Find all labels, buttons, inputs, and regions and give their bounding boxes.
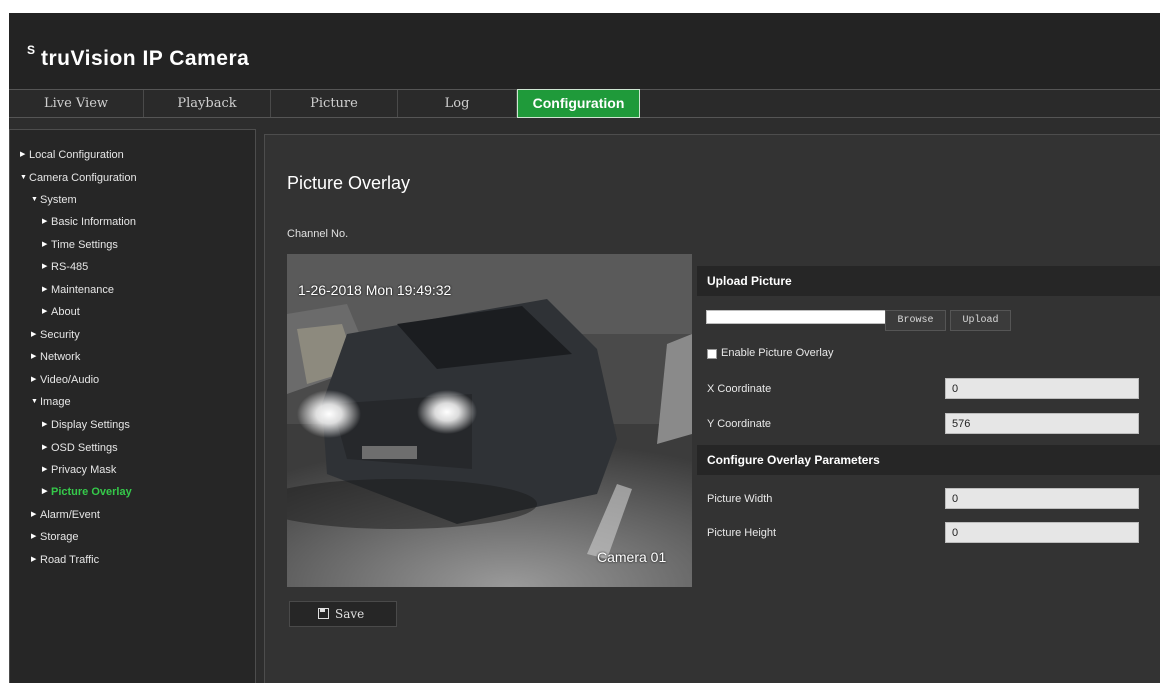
- upload-picture-header: Upload Picture: [697, 266, 1160, 296]
- tree-osd-settings[interactable]: ▶ OSD Settings: [42, 440, 118, 456]
- tree-label: System: [40, 194, 77, 206]
- config-tree: ▶ Local Configuration ▼ Camera Configurati…: [9, 129, 256, 683]
- triangle-right-icon: ▶: [31, 556, 37, 563]
- tree-label: Basic Information: [51, 216, 136, 228]
- tree-image[interactable]: ▼ Image: [31, 394, 71, 410]
- tree-maintenance[interactable]: ▶ Maintenance: [42, 282, 114, 298]
- tree-network[interactable]: ▶ Network: [31, 349, 80, 365]
- tree-privacy-mask[interactable]: ▶ Privacy Mask: [42, 462, 116, 478]
- save-button[interactable]: Save: [289, 601, 397, 627]
- tab-live-view[interactable]: Live View: [9, 90, 144, 117]
- tree-alarm-event[interactable]: ▶ Alarm/Event: [31, 507, 100, 523]
- x-coordinate-input[interactable]: [945, 378, 1139, 399]
- picture-height-input[interactable]: [945, 522, 1139, 543]
- tree-label: Maintenance: [51, 284, 114, 296]
- brand-logo-icon: S: [27, 43, 36, 57]
- tree-label: Alarm/Event: [40, 509, 100, 521]
- tree-label: Storage: [40, 531, 79, 543]
- triangle-right-icon: ▶: [31, 533, 37, 540]
- picture-height-label: Picture Height: [707, 527, 777, 539]
- tree-label: Network: [40, 351, 81, 363]
- brand-name: truVision IP Camera: [41, 47, 250, 70]
- tab-configuration[interactable]: Configuration: [517, 89, 640, 118]
- x-coordinate-label: X Coordinate: [707, 383, 772, 395]
- triangle-right-icon: ▶: [42, 241, 48, 248]
- tree-camera-configuration[interactable]: ▼ Camera Configuration: [20, 170, 137, 186]
- camera-scene-image: [287, 254, 692, 587]
- tree-basic-information[interactable]: ▶ Basic Information: [42, 214, 136, 230]
- triangle-right-icon: ▶: [42, 421, 48, 428]
- tree-label: Local Configuration: [29, 149, 124, 161]
- app-window: S truVision IP Camera Live View Playback…: [9, 13, 1160, 683]
- tree-local-configuration[interactable]: ▶ Local Configuration: [20, 147, 124, 163]
- triangle-right-icon: ▶: [42, 263, 48, 270]
- tree-label: Image: [40, 396, 71, 408]
- channel-label: Channel No.: [287, 228, 349, 240]
- tree-label: Road Traffic: [40, 554, 100, 566]
- tree-label: Camera Configuration: [29, 172, 137, 184]
- page-title: Picture Overlay: [287, 173, 411, 193]
- tree-road-traffic[interactable]: ▶ Road Traffic: [31, 552, 99, 568]
- browse-button[interactable]: Browse: [885, 310, 946, 331]
- y-coordinate-input[interactable]: [945, 413, 1139, 434]
- triangle-right-icon: ▶: [42, 218, 48, 225]
- triangle-right-icon: ▶: [42, 444, 48, 451]
- triangle-right-icon: ▶: [31, 353, 37, 360]
- save-label: Save: [335, 607, 365, 621]
- triangle-right-icon: ▶: [31, 376, 37, 383]
- tree-storage[interactable]: ▶ Storage: [31, 529, 79, 545]
- triangle-right-icon: ▶: [42, 286, 48, 293]
- upload-button[interactable]: Upload: [950, 310, 1011, 331]
- tree-label: Video/Audio: [40, 374, 100, 386]
- tree-label: OSD Settings: [51, 442, 118, 454]
- enable-overlay-checkbox[interactable]: [707, 349, 717, 359]
- tree-label: Privacy Mask: [51, 464, 117, 476]
- tree-label: Picture Overlay: [51, 486, 132, 498]
- tree-label: RS-485: [51, 261, 89, 273]
- y-coordinate-label: Y Coordinate: [707, 418, 772, 430]
- tab-log[interactable]: Log: [398, 90, 517, 117]
- picture-width-input[interactable]: [945, 488, 1139, 509]
- tree-picture-overlay[interactable]: ▶ Picture Overlay: [42, 484, 132, 500]
- header: S truVision IP Camera: [9, 13, 1160, 89]
- tree-label: About: [51, 306, 80, 318]
- triangle-right-icon: ▶: [42, 488, 48, 495]
- tree-display-settings[interactable]: ▶ Display Settings: [42, 417, 130, 433]
- main-panel: Picture Overlay Channel No. 1-26-2018 Mo…: [264, 134, 1160, 683]
- enable-overlay-label: Enable Picture Overlay: [721, 347, 834, 359]
- tree-label: Display Settings: [51, 419, 130, 431]
- triangle-right-icon: ▶: [31, 511, 37, 518]
- tree-label: Time Settings: [51, 239, 118, 251]
- osd-camera-name: Camera 01: [597, 549, 667, 565]
- tree-security[interactable]: ▶ Security: [31, 327, 80, 343]
- triangle-down-icon: ▼: [20, 174, 27, 181]
- camera-preview: 1-26-2018 Mon 19:49:32 Camera 01: [287, 254, 692, 587]
- tree-about[interactable]: ▶ About: [42, 304, 80, 320]
- triangle-right-icon: ▶: [31, 331, 37, 338]
- tree-label: Security: [40, 329, 80, 341]
- triangle-down-icon: ▼: [31, 196, 38, 203]
- tab-picture[interactable]: Picture: [271, 90, 398, 117]
- triangle-right-icon: ▶: [42, 466, 48, 473]
- tree-video-audio[interactable]: ▶ Video/Audio: [31, 372, 99, 388]
- tree-system[interactable]: ▼ System: [31, 192, 77, 208]
- picture-width-label: Picture Width: [707, 493, 773, 505]
- osd-timestamp: 1-26-2018 Mon 19:49:32: [298, 282, 452, 298]
- tab-bar: Live View Playback Picture Log Configura…: [9, 89, 1160, 118]
- floppy-disk-icon: [318, 608, 329, 619]
- triangle-down-icon: ▼: [31, 398, 38, 405]
- triangle-right-icon: ▶: [20, 151, 26, 158]
- overlay-parameters-header: Configure Overlay Parameters: [697, 445, 1160, 475]
- triangle-right-icon: ▶: [42, 308, 48, 315]
- file-path-field[interactable]: [706, 310, 886, 324]
- tab-playback[interactable]: Playback: [144, 90, 271, 117]
- tree-rs-485[interactable]: ▶ RS-485: [42, 259, 88, 275]
- tree-time-settings[interactable]: ▶ Time Settings: [42, 237, 118, 253]
